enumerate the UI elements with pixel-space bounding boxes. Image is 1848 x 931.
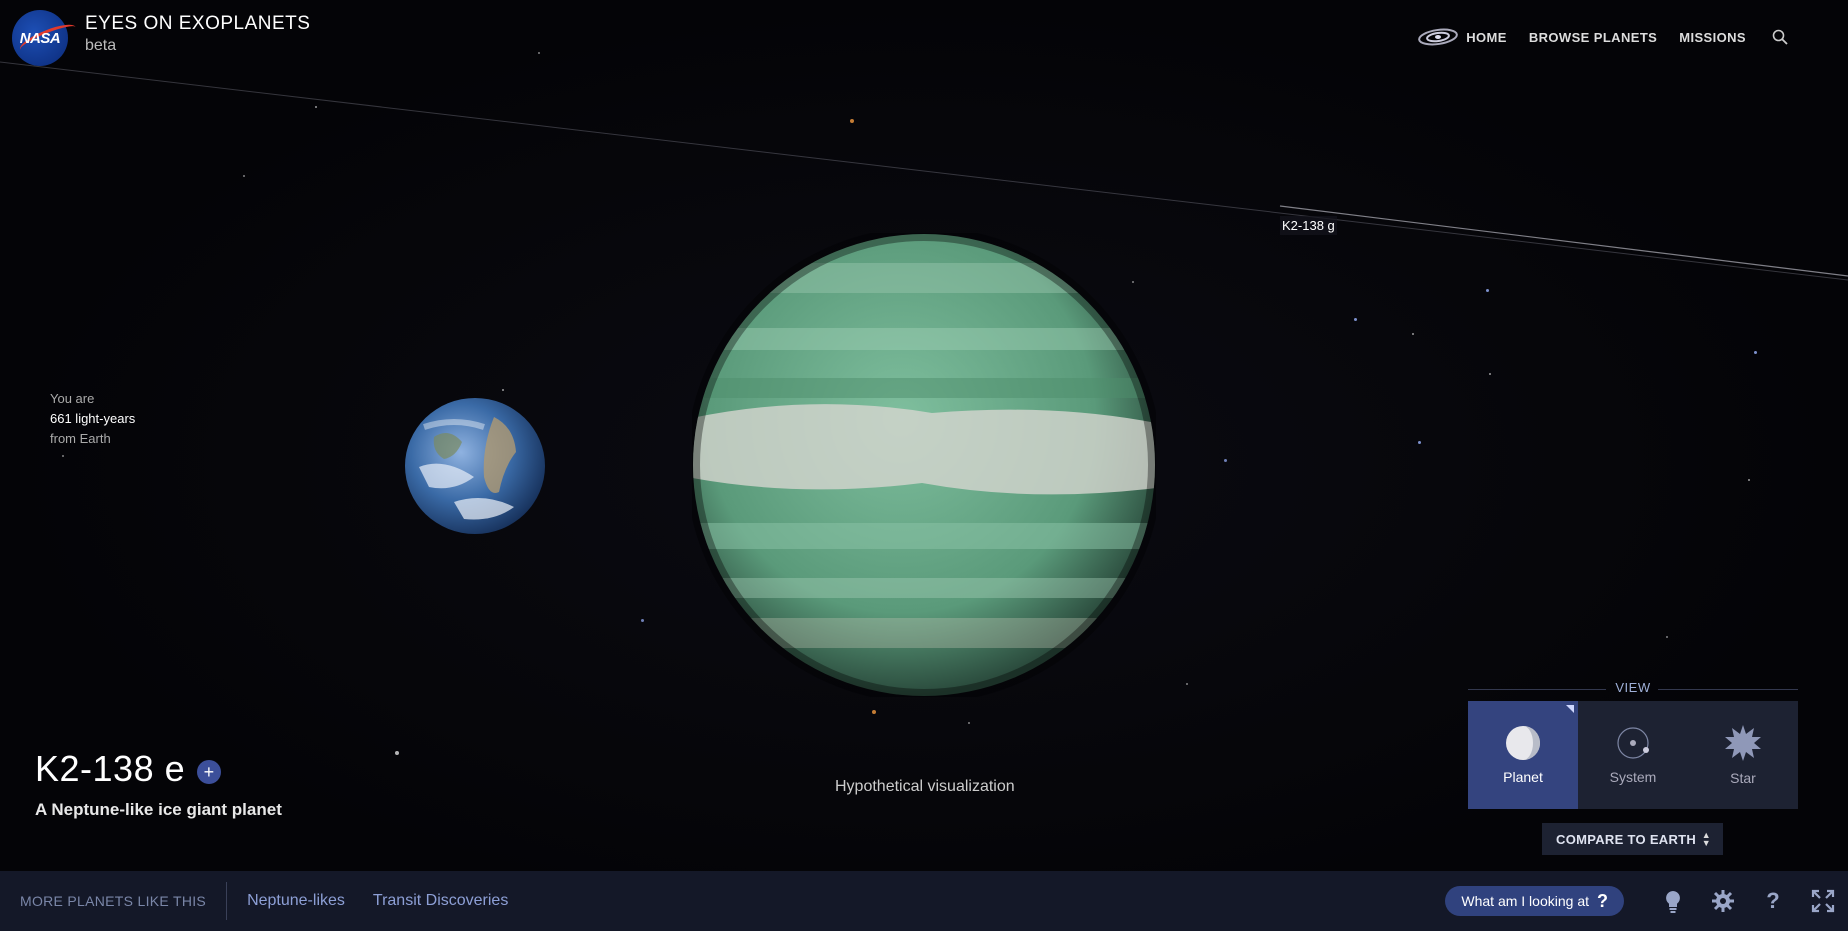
nasa-logo[interactable]: NASA xyxy=(12,10,79,66)
search-icon[interactable] xyxy=(1772,29,1788,45)
what-label: What am I looking at xyxy=(1461,893,1589,909)
planet-title: K2-138 e + xyxy=(35,748,222,790)
galaxy-icon xyxy=(1418,28,1459,46)
bottom-tools: What am I looking at ? ? xyxy=(1445,871,1848,931)
view-selector: Planet System Star xyxy=(1468,701,1798,809)
add-planet-button[interactable]: + xyxy=(197,760,222,784)
help-icon[interactable]: ? xyxy=(1760,888,1786,914)
nasa-logo-text: NASA xyxy=(19,29,61,47)
link-transit-discoveries[interactable]: Transit Discoveries xyxy=(373,892,508,910)
system-icon xyxy=(1617,727,1649,759)
nav-missions[interactable]: MISSIONS xyxy=(1679,30,1746,45)
view-planet-label: Planet xyxy=(1503,769,1543,785)
bottom-divider xyxy=(226,882,228,920)
view-planet-button[interactable]: Planet xyxy=(1468,701,1578,809)
compare-to-earth-select[interactable]: COMPARE TO EARTH ▲ ▼ xyxy=(1542,823,1723,855)
select-arrows-icon: ▲ ▼ xyxy=(1701,830,1711,848)
view-system-label: System xyxy=(1609,769,1657,785)
orbit-planet-label[interactable]: K2-138 g xyxy=(1280,216,1337,235)
link-neptune-likes[interactable]: Neptune-likes xyxy=(247,892,345,910)
planet-name: K2-138 e xyxy=(35,748,186,789)
nav-home-label: HOME xyxy=(1466,29,1507,45)
planet-description: A Neptune-like ice giant planet xyxy=(35,800,282,819)
what-am-i-looking-at-button[interactable]: What am I looking at ? xyxy=(1445,886,1624,916)
planet-icon xyxy=(1506,726,1540,760)
distance-line-3: from Earth xyxy=(50,431,111,446)
bottom-bar: MORE PLANETS LIKE THIS Neptune-likes Tra… xyxy=(0,871,1848,931)
app-subtitle: beta xyxy=(85,37,117,54)
top-nav: HOME BROWSE PLANETS MISSIONS xyxy=(1418,28,1788,46)
exoplanet-visualization[interactable] xyxy=(692,233,1156,697)
lightbulb-icon[interactable] xyxy=(1660,888,1686,914)
orbit-line-highlight xyxy=(1279,205,1848,277)
star-icon xyxy=(1725,725,1761,761)
view-star-label: Star xyxy=(1730,770,1756,786)
app-title[interactable]: EYES ON EXOPLANETS xyxy=(85,13,310,35)
distance-line-1: You are xyxy=(50,391,95,406)
nav-browse-planets[interactable]: BROWSE PLANETS xyxy=(1529,30,1657,45)
view-star-button[interactable]: Star xyxy=(1688,701,1798,809)
earth-planet[interactable] xyxy=(404,397,546,535)
distance-value: 661 light-years xyxy=(50,411,136,426)
more-planets-title: MORE PLANETS LIKE THIS xyxy=(20,893,207,909)
gear-icon[interactable] xyxy=(1710,888,1736,914)
distance-readout: You are 661 light-years from Earth xyxy=(50,389,135,449)
active-corner-indicator xyxy=(1566,705,1574,713)
question-icon: ? xyxy=(1597,890,1608,911)
visualization-caption: Hypothetical visualization xyxy=(835,778,1015,795)
view-label: VIEW xyxy=(1615,680,1651,695)
nav-home[interactable]: HOME xyxy=(1418,28,1507,46)
fullscreen-icon[interactable] xyxy=(1810,888,1836,914)
view-system-button[interactable]: System xyxy=(1578,701,1688,809)
compare-label: COMPARE TO EARTH xyxy=(1556,831,1697,847)
